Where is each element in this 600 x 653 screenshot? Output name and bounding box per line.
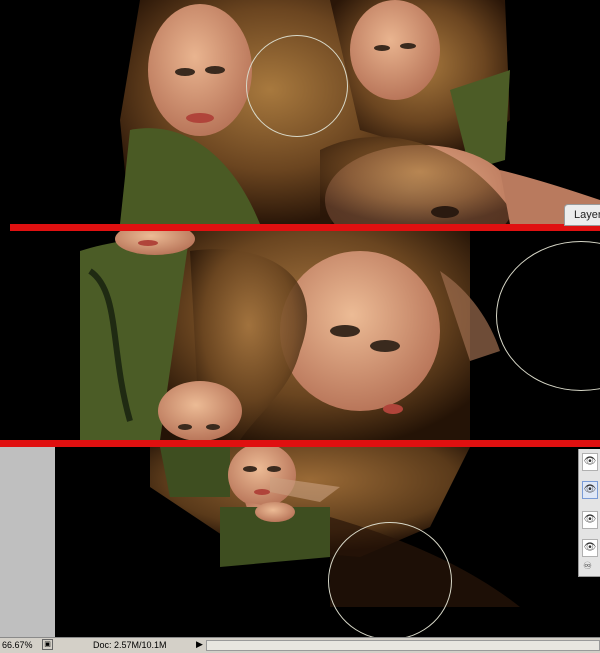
layer-visibility-eye-icon[interactable]: 👁 <box>582 453 598 471</box>
layer-visibility-eye-icon[interactable]: 👁 <box>582 511 598 529</box>
layer-visibility-eye-icon[interactable]: 👁 <box>582 539 598 557</box>
red-divider-line <box>10 224 600 231</box>
status-bar: 66.67% ▣ Doc: 2.57M/10.1M ▶ <box>0 637 600 653</box>
zoom-level[interactable]: 66.67% <box>2 640 33 650</box>
canvas-pasteboard <box>0 447 55 637</box>
canvas-section-2[interactable] <box>0 231 600 440</box>
red-divider-line <box>0 440 600 447</box>
brush-cursor-circle <box>328 522 452 640</box>
layer-visibility-eye-icon[interactable]: 👁 <box>582 481 598 499</box>
horizontal-scrollbar[interactable] <box>206 640 600 651</box>
layers-panel: 👁 👁 👁 👁 ♾ <box>578 449 600 577</box>
navigator-icon[interactable]: ▣ <box>42 639 53 650</box>
status-menu-arrow-icon[interactable]: ▶ <box>196 639 203 650</box>
canvas-section-3[interactable] <box>0 447 600 653</box>
link-layers-icon[interactable]: ♾ <box>583 561 592 572</box>
photo-collage-bottom <box>0 447 600 653</box>
brush-cursor-circle <box>246 35 348 137</box>
document-size: Doc: 2.57M/10.1M <box>93 640 167 650</box>
canvas-section-1[interactable] <box>0 0 600 224</box>
tab-layers[interactable]: Layer <box>564 204 600 226</box>
